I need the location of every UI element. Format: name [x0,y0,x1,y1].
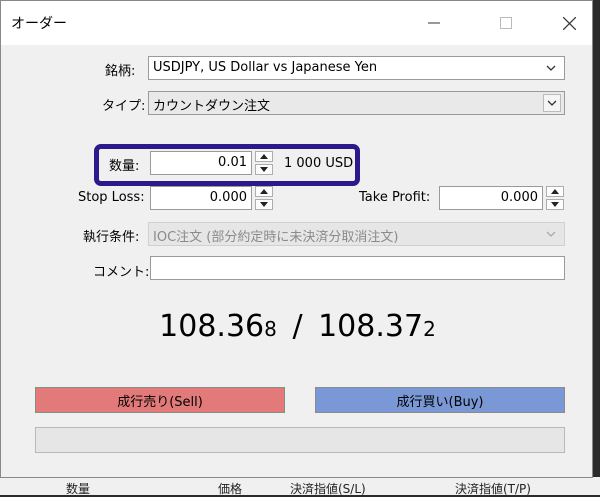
chevron-down-icon [546,65,556,71]
title-bar[interactable]: オーダー [1,1,592,45]
maximize-icon [500,17,512,29]
increment-button[interactable] [255,151,273,162]
stop-loss-stepper[interactable] [255,186,273,210]
fill-policy-label: 執行条件: [83,230,140,245]
buy-button[interactable]: 成行買い(Buy) [315,387,565,413]
volume-unit-text: 1 000 USD [284,156,354,171]
fill-policy-value: IOC注文 (部分約定時に未決済分取消注文) [153,230,399,245]
arrow-up-icon [260,154,268,159]
background-text: 価格 [218,482,243,496]
status-bar [35,427,565,453]
type-label: タイプ: [102,99,146,114]
take-profit-input[interactable]: 0.000 [439,186,543,210]
minimize-icon [428,22,440,24]
volume-input[interactable]: 0.01 [150,151,252,175]
increment-button[interactable] [546,186,564,197]
comment-input[interactable] [150,256,565,280]
symbol-label: 銘柄: [105,64,136,79]
chevron-down-icon [546,231,556,237]
decrement-button[interactable] [255,164,273,175]
take-profit-stepper[interactable] [546,186,564,210]
volume-label: 数量: [109,159,140,174]
arrow-up-icon [551,189,559,194]
order-dialog: オーダー 銘柄: USDJPY, US Dollar vs Japanese Y… [0,0,593,478]
volume-stepper[interactable] [255,151,273,175]
ask-price: 108.37 [318,309,424,344]
symbol-select[interactable]: USDJPY, US Dollar vs Japanese Yen [148,56,565,80]
increment-button[interactable] [255,186,273,197]
background-text: 数量 [66,482,91,496]
close-button[interactable] [546,1,592,45]
bid-price: 108.36 [159,309,265,344]
ask-price-pipette: 2 [423,317,436,341]
background-text: 決済指値(T/P) [455,482,531,496]
stop-loss-input[interactable]: 0.000 [150,186,252,210]
arrow-up-icon [260,189,268,194]
take-profit-value: 0.000 [500,190,538,205]
chevron-down-icon [547,100,557,106]
sell-button[interactable]: 成行売り(Sell) [35,387,285,413]
background-text: 決済指値(S/L) [290,482,366,496]
comment-label: コメント: [93,265,150,280]
close-icon [562,16,576,30]
type-select[interactable]: カウントダウン注文 [148,91,565,115]
maximize-button[interactable] [483,1,529,45]
arrow-down-icon [260,202,268,207]
take-profit-label: Take Profit: [359,190,431,205]
quote-separator: / [292,309,303,344]
bid-price-pipette: 8 [264,317,277,341]
minimize-button[interactable] [411,1,457,45]
decrement-button[interactable] [546,199,564,210]
stop-loss-label: Stop Loss: [78,190,145,205]
arrow-down-icon [551,202,559,207]
type-value: カウントダウン注文 [153,99,271,114]
stop-loss-value: 0.000 [209,190,247,205]
window-title: オーダー [11,16,67,32]
arrow-down-icon [260,167,268,172]
fill-policy-select[interactable]: IOC注文 (部分約定時に未決済分取消注文) [148,222,565,246]
decrement-button[interactable] [255,199,273,210]
volume-value: 0.01 [218,155,247,170]
symbol-value: USDJPY, US Dollar vs Japanese Yen [153,60,378,75]
quote-display: 108.368 / 108.372 [1,309,594,344]
